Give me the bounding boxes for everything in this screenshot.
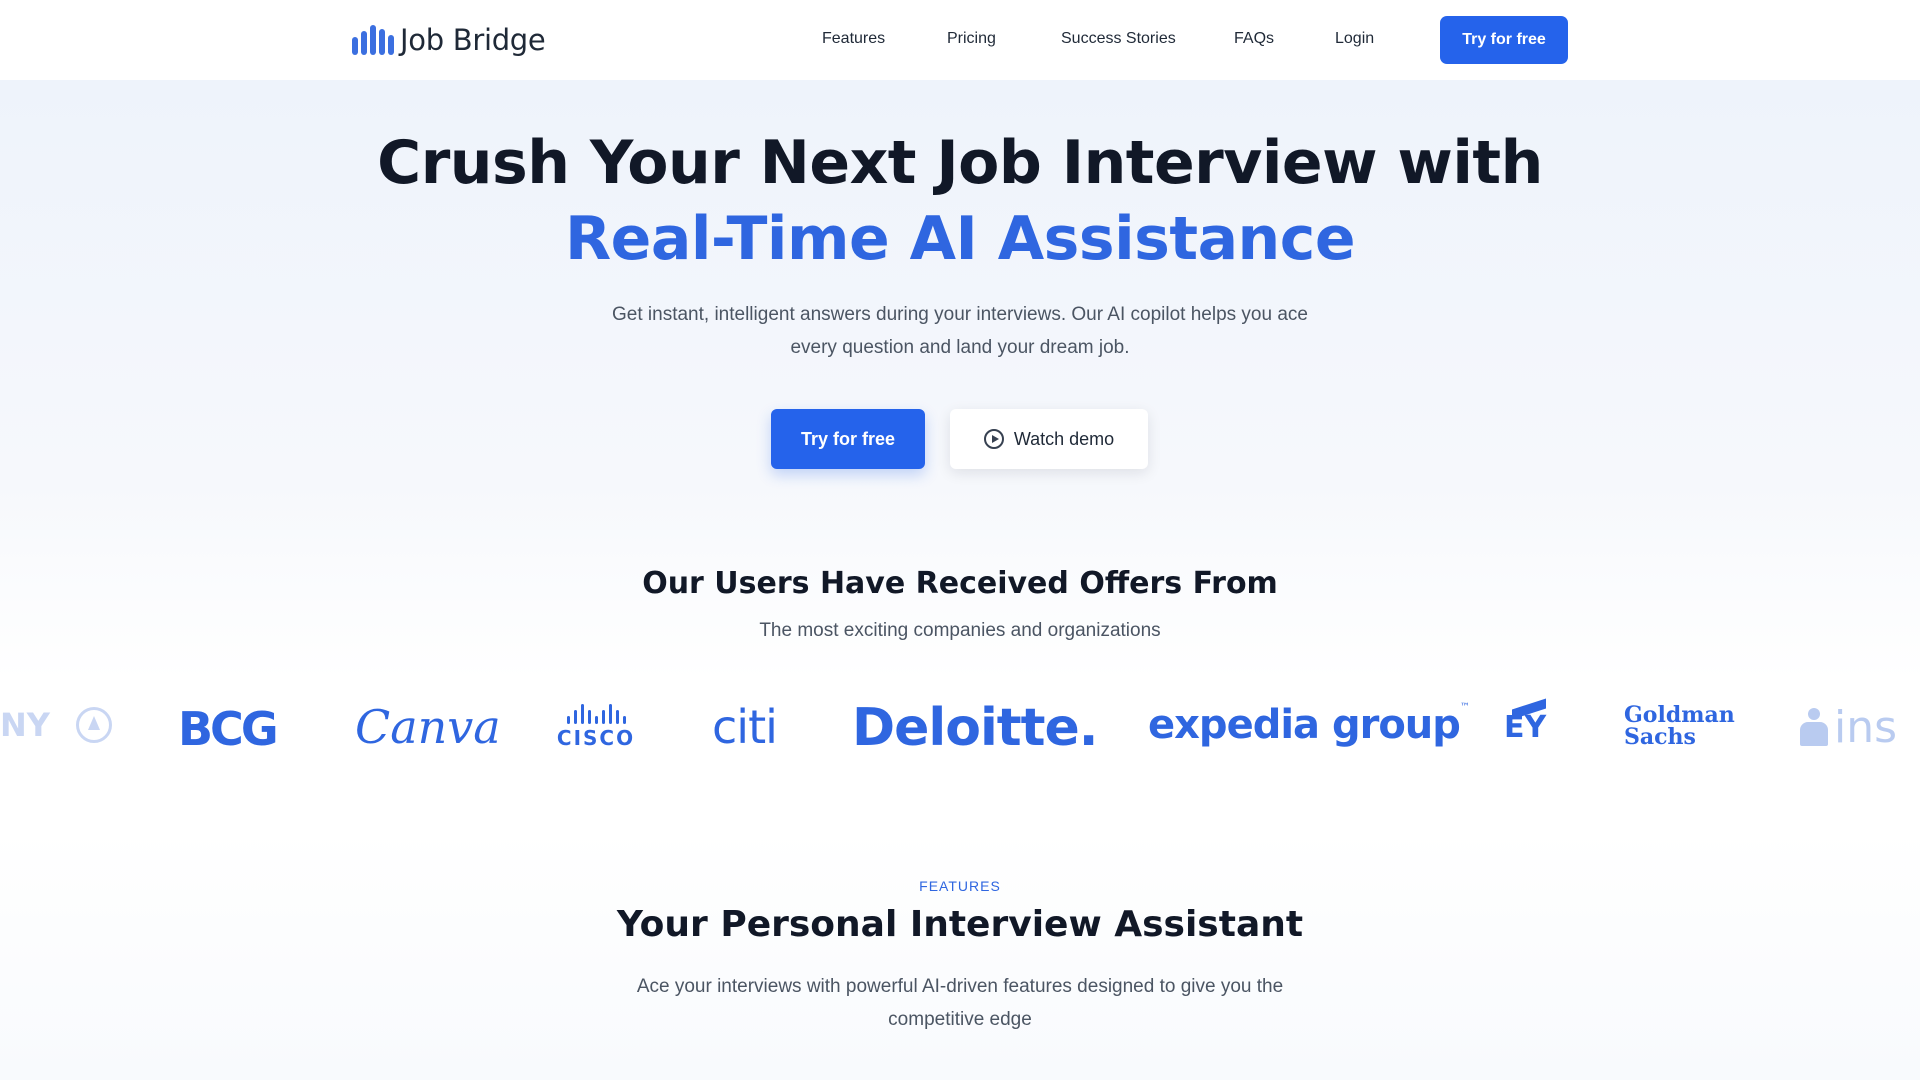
play-circle-icon [983,429,1004,449]
logo-deloitte: Deloitte. [852,698,1099,758]
nav-link-login[interactable]: Login [1335,30,1374,48]
features-eyebrow: FEATURES [919,878,1001,894]
cisco-wordmark: CISCO [556,726,636,750]
nav-link-pricing[interactable]: Pricing [947,30,996,48]
logo-partial-right: ins [1800,702,1897,753]
watch-demo-button[interactable]: Watch demo [950,409,1148,469]
logo-goldman-sachs: Goldman Sachs [1624,704,1735,748]
goldman-line1: Goldman [1624,702,1735,728]
watch-demo-label: Watch demo [1013,428,1115,449]
nav-link-success-stories[interactable]: Success Stories [1061,30,1176,48]
logo-citi: citi [712,700,778,754]
nav-links: Features Pricing Success Stories FAQs Lo… [0,0,1920,80]
logo-partial-right-text: ins [1834,702,1898,753]
clock-logo-icon [75,707,112,743]
logo-partial-left-text: NY [0,706,50,744]
hero-title-line1: Crush Your Next Job Interview with [377,128,1543,198]
person-logo-icon [1800,707,1828,748]
expedia-wordmark: expedia group [1148,702,1461,748]
cisco-bars-icon [556,702,636,724]
hero-try-for-free-button[interactable]: Try for free [771,409,925,469]
expedia-trademark: ™ [1459,702,1470,713]
top-navbar: Job Bridge Features Pricing Success Stor… [0,0,1920,80]
features-subtitle: Ace your interviews with powerful AI-dri… [636,976,1284,1030]
offers-title: Our Users Have Received Offers From [642,566,1278,601]
logo-ey: EY [1504,698,1546,745]
hero-title-line2: Real-Time AI Assistance [564,204,1356,274]
logo-cisco: CISCO [556,702,636,750]
goldman-line2: Sachs [1624,724,1696,750]
logo-expedia: expedia group™ [1148,702,1470,748]
logo-canva: Canva [355,700,501,754]
company-logos-carousel: NY BCG Canva CISCO citi Deloitte. expedi… [0,690,1920,770]
nav-try-for-free-button[interactable]: Try for free [1440,16,1568,64]
nav-link-features[interactable]: Features [822,30,885,48]
logo-partial-left: NY [0,706,112,744]
hero-subtitle: Get instant, intelligent answers during … [612,304,1308,358]
offers-subtitle: The most exciting companies and organiza… [759,620,1161,641]
nav-link-faqs[interactable]: FAQs [1234,30,1274,48]
features-title: Your Personal Interview Assistant [616,904,1304,945]
logo-bcg: BCG [178,702,279,756]
